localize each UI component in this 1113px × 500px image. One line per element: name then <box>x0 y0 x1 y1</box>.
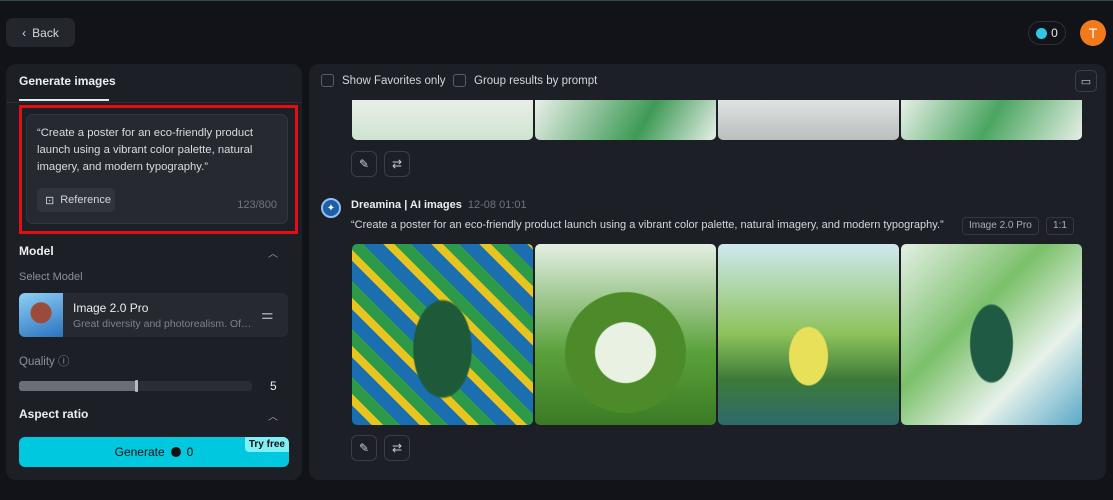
generate-cost: 0 <box>186 445 194 459</box>
model-name: Image 2.0 Pro <box>73 301 149 315</box>
previous-result-image[interactable] <box>718 100 899 140</box>
aspect-ratio-section-title: Aspect ratio <box>19 407 89 421</box>
generate-panel: Generate images “Create a poster for an … <box>6 64 302 480</box>
reference-button[interactable]: ⊡ Reference <box>37 188 115 212</box>
result-time: 12-08 01:01 <box>467 199 527 211</box>
model-tag: Image 2.0 Pro <box>962 217 1039 235</box>
model-section-title: Model <box>19 244 54 258</box>
slider-fill <box>19 381 136 391</box>
back-label: Back <box>32 25 59 40</box>
author-name: Dreamina | AI images <box>351 199 462 211</box>
select-model-label: Select Model <box>19 271 83 283</box>
quality-label-row: Quality ⓘ <box>19 353 70 369</box>
checkbox[interactable] <box>321 74 334 87</box>
result-image-1[interactable] <box>352 244 533 425</box>
previous-result-image[interactable] <box>901 100 1082 140</box>
back-button[interactable]: ‹ Back <box>6 18 75 47</box>
model-description: Great diversity and photorealism. Offers… <box>73 318 253 330</box>
model-selector[interactable]: Image 2.0 Pro Great diversity and photor… <box>19 293 288 337</box>
chevron-left-icon: ‹ <box>22 25 27 40</box>
settings-sliders-icon[interactable]: ⚌ <box>261 306 274 323</box>
char-count: 123/800 <box>237 199 277 211</box>
credit-coin-icon <box>170 447 181 457</box>
slider-handle[interactable] <box>134 380 138 392</box>
checkbox[interactable] <box>453 74 466 87</box>
dreamina-logo-icon: ✦ <box>321 198 341 218</box>
edit-pencil-icon[interactable]: ✎ <box>351 151 377 177</box>
previous-result-image[interactable] <box>535 100 716 140</box>
tab-generate-images[interactable]: Generate images <box>19 74 116 88</box>
try-free-badge: Try free <box>244 437 289 452</box>
result-author: Dreamina | AI images 12-08 01:01 <box>351 199 527 211</box>
result-image-2[interactable] <box>535 244 716 425</box>
prompt-text[interactable]: “Create a poster for an eco-friendly pro… <box>37 125 282 176</box>
credits-badge[interactable]: 0 <box>1028 21 1066 45</box>
model-thumbnail <box>19 293 63 337</box>
show-favorites-checkbox[interactable]: Show Favorites only <box>321 74 446 87</box>
previous-result-image[interactable] <box>352 100 533 140</box>
info-icon[interactable]: ⓘ <box>58 356 70 368</box>
divider <box>6 102 302 103</box>
regenerate-icon[interactable]: ⇄ <box>384 151 410 177</box>
prompt-input[interactable]: “Create a poster for an eco-friendly pro… <box>26 114 288 224</box>
top-border <box>0 0 1113 1</box>
ratio-tag: 1:1 <box>1046 217 1074 235</box>
image-add-icon: ⊡ <box>45 194 55 207</box>
tab-underline <box>19 99 109 101</box>
quality-value: 5 <box>270 379 277 393</box>
avatar[interactable]: T <box>1080 20 1106 46</box>
result-image-4[interactable] <box>901 244 1082 425</box>
credits-count: 0 <box>1051 26 1058 40</box>
reference-label: Reference <box>60 194 111 206</box>
quality-slider[interactable] <box>19 380 252 392</box>
show-favorites-label: Show Favorites only <box>342 74 446 87</box>
credit-coin-icon <box>1036 27 1048 39</box>
result-prompt: “Create a poster for an eco-friendly pro… <box>351 219 944 231</box>
chevron-up-icon[interactable]: ︿ <box>268 245 278 260</box>
group-by-prompt-label: Group results by prompt <box>474 74 598 87</box>
edit-pencil-icon[interactable]: ✎ <box>351 435 377 461</box>
folder-icon[interactable]: ▭ <box>1075 70 1097 92</box>
generate-label: Generate <box>114 445 165 459</box>
result-image-3[interactable] <box>718 244 899 425</box>
results-panel: Show Favorites only Group results by pro… <box>309 64 1106 480</box>
group-by-prompt-checkbox[interactable]: Group results by prompt <box>453 74 597 87</box>
quality-label: Quality <box>19 356 55 368</box>
regenerate-icon[interactable]: ⇄ <box>384 435 410 461</box>
generate-button[interactable]: Generate 0 Try free <box>19 437 289 467</box>
chevron-up-icon[interactable]: ︿ <box>268 408 278 423</box>
